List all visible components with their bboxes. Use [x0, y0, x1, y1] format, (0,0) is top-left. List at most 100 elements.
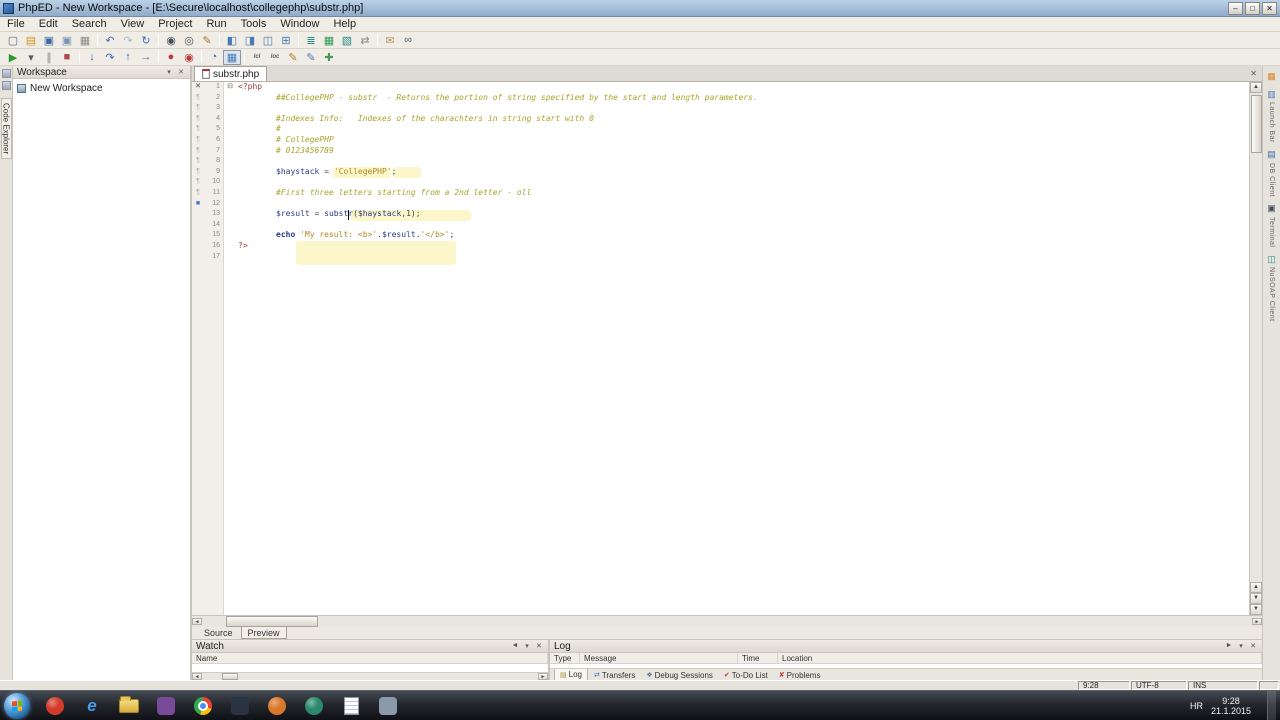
menu-tools[interactable]: Tools: [234, 17, 274, 32]
close-icon[interactable]: ✕: [534, 642, 544, 650]
scroll-down-icon[interactable]: ▼: [1250, 604, 1262, 615]
save-icon[interactable]: ▣: [40, 33, 58, 48]
gutter-mark-icon[interactable]: ¶: [192, 156, 204, 167]
gutter-mark-icon[interactable]: ¶: [192, 135, 204, 146]
scroll-right-icon[interactable]: ►: [1252, 618, 1262, 625]
code-line[interactable]: # CollegePHP: [236, 135, 1249, 146]
taskbar-app-opera[interactable]: [38, 693, 72, 719]
workspace-item[interactable]: New Workspace: [17, 82, 186, 95]
taskbar-app-file-explorer[interactable]: [112, 693, 146, 719]
code-line[interactable]: ?>: [236, 241, 1249, 252]
step-over-icon[interactable]: ↷: [101, 50, 119, 65]
vertical-scroll-thumb[interactable]: [1251, 95, 1262, 153]
stop-icon[interactable]: ■: [58, 50, 76, 65]
db-query-icon[interactable]: ▧: [338, 33, 356, 48]
code-line[interactable]: [236, 220, 1249, 231]
undo-icon[interactable]: ↶: [101, 33, 119, 48]
log-column-message[interactable]: Message: [580, 653, 738, 663]
close-icon[interactable]: ✕: [1248, 642, 1258, 650]
code-line[interactable]: #First three letters starting from a 2nd…: [236, 188, 1249, 199]
dock-right-icon[interactable]: ►: [1224, 642, 1234, 650]
code-editor[interactable]: ✕ ¶ ¶ ¶ ¶ ¶ ¶ ¶ ¶ ¶ ¶ ■ 1 2 3 4 5 6 7 8 9 10 11 12 13 14 15 16 17 ⊟…: [192, 82, 1262, 615]
code-line[interactable]: [236, 252, 1249, 263]
menu-view[interactable]: View: [114, 17, 152, 32]
step-into-icon[interactable]: ↓: [83, 50, 101, 65]
scroll-left-icon[interactable]: ◄: [192, 618, 202, 625]
code-line[interactable]: [236, 103, 1249, 114]
refresh-icon[interactable]: ↻: [137, 33, 155, 48]
menu-help[interactable]: Help: [326, 17, 363, 32]
taskbar-app-office[interactable]: [260, 693, 294, 719]
save-all-icon[interactable]: ▣: [58, 33, 76, 48]
watch-column-name[interactable]: Name: [192, 653, 548, 663]
nusoap-client-tab[interactable]: ◫ NuSOAP Client: [1266, 253, 1278, 322]
gutter-mark-icon[interactable]: ¶: [192, 93, 204, 104]
run-menu-icon[interactable]: ▾: [22, 50, 40, 65]
pin-icon[interactable]: ▾: [522, 642, 532, 650]
find-in-files-icon[interactable]: ◎: [180, 33, 198, 48]
taskbar-app-notepad[interactable]: [334, 693, 368, 719]
menu-run[interactable]: Run: [199, 17, 233, 32]
log-column-location[interactable]: Location: [778, 653, 1262, 663]
mail-icon[interactable]: ✉: [381, 33, 399, 48]
gutter-mark-icon[interactable]: ¶: [192, 146, 204, 157]
terminal-tab[interactable]: ▣ Terminal: [1266, 203, 1278, 247]
code-line[interactable]: ##CollegePHP - substr - Returns the port…: [236, 93, 1249, 104]
close-button[interactable]: ✕: [1262, 1, 1277, 15]
log-column-type[interactable]: Type: [550, 653, 580, 663]
layout-editor-icon[interactable]: ◧: [223, 33, 241, 48]
open-file-icon[interactable]: ▤: [22, 33, 40, 48]
gutter-mark-icon[interactable]: ■: [192, 199, 204, 210]
watch-list[interactable]: [192, 664, 548, 672]
local-mode-icon[interactable]: lcl: [248, 50, 266, 65]
code-explorer-tab[interactable]: Code Explorer: [0, 98, 12, 160]
breakpoint-list-icon[interactable]: ◉: [180, 50, 198, 65]
code-line[interactable]: [236, 199, 1249, 210]
explorer-dock-icon[interactable]: [1, 81, 11, 90]
edit-remote-icon[interactable]: ✎: [302, 50, 320, 65]
close-tab-icon[interactable]: ✕: [1250, 69, 1262, 81]
taskbar-app-tools[interactable]: [371, 693, 405, 719]
watch-scroll-thumb[interactable]: [222, 672, 238, 680]
code-line[interactable]: <?php: [236, 82, 1249, 93]
redo-icon[interactable]: ↷: [119, 33, 137, 48]
show-desktop-button[interactable]: [1267, 690, 1276, 720]
db-connection-icon[interactable]: ≣: [302, 33, 320, 48]
editor-gutter-marks[interactable]: ✕ ¶ ¶ ¶ ¶ ¶ ¶ ¶ ¶ ¶ ¶ ■: [192, 82, 204, 615]
scroll-down-2-icon[interactable]: ▼: [1250, 593, 1262, 604]
code-line[interactable]: echo 'My result: <b>'.$result.'</b>';: [236, 230, 1249, 241]
code-line[interactable]: #Indexes Info: Indexes of the charachter…: [236, 114, 1249, 125]
layout-panels-icon[interactable]: ◫: [259, 33, 277, 48]
code-line[interactable]: $haystack = 'CollegePHP';: [236, 167, 1249, 178]
start-button[interactable]: [4, 692, 30, 719]
gutter-mark-icon[interactable]: ¶: [192, 124, 204, 135]
find-icon[interactable]: ◉: [162, 33, 180, 48]
step-out-icon[interactable]: ↑: [119, 50, 137, 65]
workspace-dock-icon[interactable]: [1, 69, 11, 78]
new-file-icon[interactable]: ▢: [4, 33, 22, 48]
link-icon[interactable]: ∞: [399, 33, 417, 48]
run-icon[interactable]: ▶: [4, 50, 22, 65]
code-line[interactable]: # 0123456789: [236, 146, 1249, 157]
gutter-mark-icon[interactable]: ¶: [192, 167, 204, 178]
taskbar-app-media[interactable]: [149, 693, 183, 719]
db-table-icon[interactable]: ▦: [320, 33, 338, 48]
scroll-left-icon[interactable]: ◄: [192, 673, 202, 680]
editor-horizontal-scrollbar[interactable]: ◄ ►: [192, 615, 1262, 627]
titlebar[interactable]: PhpED - New Workspace - [E:\Secure\local…: [0, 0, 1280, 17]
taskbar-app-internet-explorer[interactable]: e: [75, 693, 109, 719]
pause-icon[interactable]: ∥: [40, 50, 58, 65]
code-area[interactable]: <?php ##CollegePHP - substr - Returns the…: [236, 82, 1249, 615]
code-line[interactable]: [236, 156, 1249, 167]
menu-search[interactable]: Search: [65, 17, 114, 32]
scroll-right-icon[interactable]: ►: [538, 673, 548, 680]
scroll-up-2-icon[interactable]: ▲: [1250, 582, 1262, 593]
settings-icon[interactable]: ✚: [320, 50, 338, 65]
menu-window[interactable]: Window: [273, 17, 326, 32]
menu-edit[interactable]: Edit: [32, 17, 65, 32]
watch-scrollbar[interactable]: ◄ ►: [192, 672, 548, 680]
editor-tab-substr-php[interactable]: substr.php: [194, 66, 268, 81]
code-line[interactable]: [236, 177, 1249, 188]
taskbar-app-messenger[interactable]: [297, 693, 331, 719]
edit-config-icon[interactable]: ✎: [284, 50, 302, 65]
